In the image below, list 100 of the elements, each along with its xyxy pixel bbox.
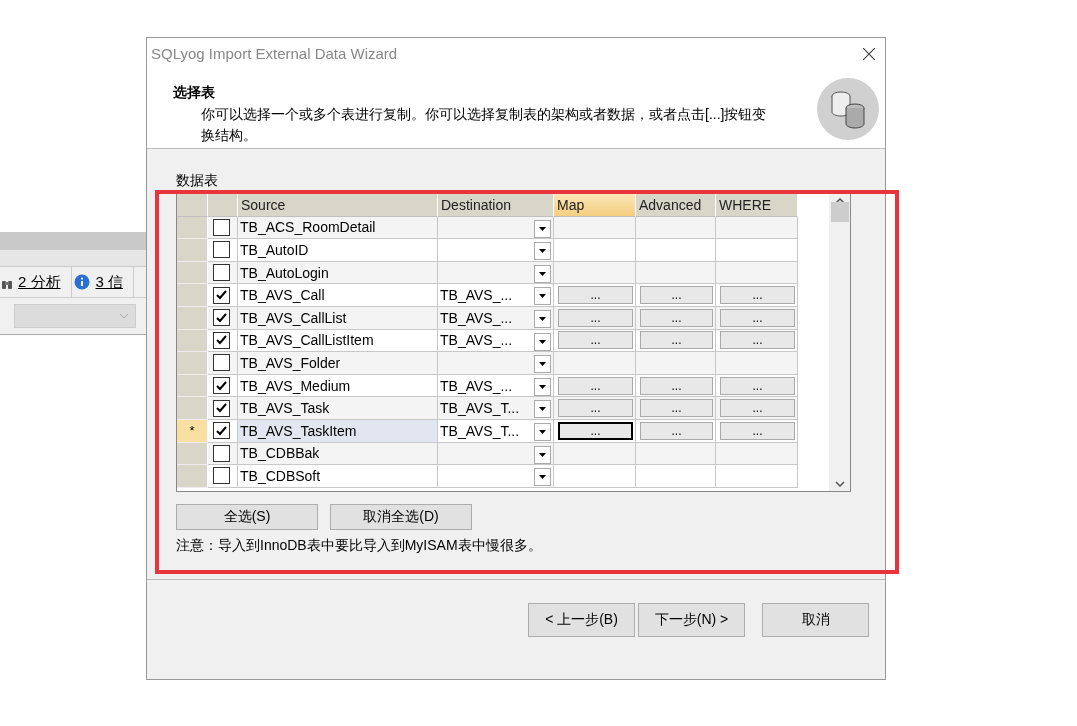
dropdown-button[interactable]	[534, 309, 551, 328]
checkbox[interactable]	[213, 377, 230, 395]
checkmark-icon	[216, 403, 227, 414]
select-button[interactable]: 全选(S)	[176, 504, 318, 530]
checkmark-icon	[216, 380, 227, 391]
ellipsis-button[interactable]: ...	[640, 308, 713, 327]
table-cell: TB_AVS_Task	[238, 397, 438, 420]
checkbox[interactable]	[213, 467, 230, 485]
caret-icon	[539, 316, 546, 321]
dropdown-button[interactable]	[534, 377, 551, 396]
ellipsis-button[interactable]: ...	[558, 331, 633, 350]
checkbox[interactable]	[213, 264, 230, 282]
info-icon	[73, 274, 90, 290]
chevron-icon	[119, 313, 129, 319]
column-header[interactable]: Source	[238, 194, 438, 217]
tab-label: 2 分析	[18, 272, 61, 292]
table-cell: TB_AVS_Medium	[238, 374, 438, 398]
cell-text: TB_AVS_...	[440, 377, 513, 394]
ellipsis-button[interactable]: ...	[720, 308, 795, 327]
caret-icon	[539, 271, 546, 276]
caret-icon	[539, 407, 546, 412]
caret-icon	[539, 226, 546, 231]
table-cell: TB_AutoLogin	[238, 261, 438, 285]
cell-text: TB_AVS_...	[440, 309, 513, 326]
table-cell: TB_AutoID	[238, 239, 438, 262]
step-title: 选择表	[173, 84, 216, 102]
caret-icon	[539, 362, 546, 367]
scrollbar[interactable]	[829, 194, 850, 491]
checkbox[interactable]	[213, 331, 230, 349]
column-header[interactable]: Advanced	[636, 194, 716, 217]
ellipsis-button[interactable]: ...	[640, 376, 713, 395]
checkbox[interactable]	[213, 399, 230, 417]
window-title: SQLyog Import External Data Wizard	[151, 45, 398, 62]
checkmark-icon	[216, 425, 227, 436]
caret-icon	[539, 475, 546, 480]
cell-text: TB_AVS_...	[440, 287, 513, 304]
dropdown-button[interactable]	[534, 422, 551, 441]
tab-label: 3 信	[95, 272, 124, 292]
dropdown-button[interactable]	[534, 468, 551, 487]
checkbox[interactable]	[213, 354, 230, 372]
ellipsis-button[interactable]: ...	[720, 399, 795, 418]
scroll-thumb[interactable]	[830, 202, 849, 222]
wizard-button[interactable]: 取消	[762, 603, 869, 637]
checkmark-icon	[216, 290, 227, 301]
ellipsis-button[interactable]: ...	[558, 421, 633, 440]
wizard-button[interactable]: < 上一步(B)	[528, 603, 635, 637]
ellipsis-button[interactable]: ...	[720, 376, 795, 395]
select-button[interactable]: 取消全选(D)	[330, 504, 472, 530]
table-cell: TB_AVS_CallListItem	[238, 329, 438, 353]
app-tab[interactable]: 3 信	[71, 267, 135, 297]
column-header[interactable]: WHERE	[716, 194, 798, 217]
caret-icon	[539, 249, 546, 254]
ellipsis-button[interactable]: ...	[558, 286, 633, 305]
column-header[interactable]: Destination	[438, 194, 554, 217]
checkbox[interactable]	[213, 286, 230, 304]
checkbox[interactable]	[213, 218, 230, 236]
checkmark-icon	[216, 335, 227, 346]
ellipsis-button[interactable]: ...	[720, 331, 795, 350]
dropdown-button[interactable]	[534, 332, 551, 351]
table-cell: TB_AVS_Call	[238, 284, 438, 307]
table-cell: TB_ACS_RoomDetail	[238, 216, 438, 240]
dropdown-button[interactable]	[534, 400, 551, 419]
ellipsis-button[interactable]: ...	[558, 308, 633, 327]
column-header[interactable]: Map	[554, 194, 636, 217]
table-cell: TB_CDBSoft	[238, 465, 438, 488]
wizard-button[interactable]: 下一步(N) >	[638, 603, 745, 637]
ellipsis-button[interactable]: ...	[640, 399, 713, 418]
checkbox[interactable]	[213, 309, 230, 327]
section-label: 数据表	[176, 172, 218, 190]
caret-icon	[539, 339, 546, 344]
close-icon[interactable]	[863, 47, 875, 60]
database-icon	[817, 78, 879, 140]
cell-text: TB_AVS_...	[440, 332, 513, 349]
ellipsis-button[interactable]: ...	[720, 421, 795, 440]
ellipsis-button[interactable]: ...	[640, 421, 713, 440]
ellipsis-button[interactable]: ...	[558, 399, 633, 418]
ellipsis-button[interactable]: ...	[640, 331, 713, 350]
table-cell: TB_AVS_Folder	[238, 352, 438, 375]
checkmark-icon	[216, 312, 227, 323]
dropdown-button[interactable]	[534, 264, 551, 283]
checkbox[interactable]	[213, 422, 230, 440]
caret-icon	[539, 452, 546, 457]
dropdown-button[interactable]	[534, 242, 551, 261]
checkbox[interactable]	[213, 444, 230, 462]
ellipsis-button[interactable]: ...	[640, 286, 713, 305]
step-description: 你可以选择一个或多个表进行复制。你可以选择复制表的架构或者数据，或者点击[...]按钮变换结构。	[201, 105, 768, 145]
dropdown-button[interactable]	[534, 445, 551, 464]
caret-icon	[539, 384, 546, 389]
caret-icon	[539, 294, 546, 299]
app-tab[interactable]: 2 分析	[0, 267, 72, 297]
table-cell: TB_CDBBak	[238, 442, 438, 466]
ellipsis-button[interactable]: ...	[558, 376, 633, 395]
table-cell: TB_AVS_TaskItem	[238, 419, 438, 443]
checkbox[interactable]	[213, 241, 230, 259]
dropdown-button[interactable]	[534, 355, 551, 374]
ellipsis-button[interactable]: ...	[720, 286, 795, 305]
row-header[interactable]: *	[177, 419, 208, 443]
table-cell: TB_AVS_CallList	[238, 306, 438, 330]
dropdown-button[interactable]	[534, 287, 551, 306]
dropdown-button[interactable]	[534, 219, 551, 238]
